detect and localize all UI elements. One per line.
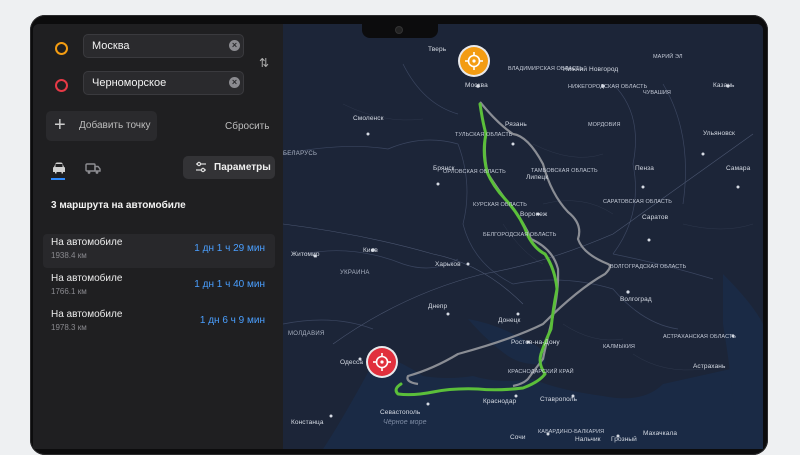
truck-icon[interactable]	[85, 161, 101, 175]
from-input[interactable]: Москва	[83, 34, 244, 58]
start-point-icon	[55, 42, 68, 55]
map-label-grozny: Грозный	[611, 436, 637, 443]
route-duration: 1 дн 6 ч 9 мин	[199, 315, 265, 326]
to-row: Черноморское ×	[33, 71, 283, 99]
car-icon[interactable]	[51, 161, 67, 175]
from-row: Москва ×	[33, 34, 283, 62]
map-label-kalmykia: КАЛМЫКИЯ	[603, 344, 635, 350]
map-label-oryol-obl: ОРЛОВСКАЯ ОБЛАСТЬ	[443, 169, 506, 175]
map-label-volgograd: Волгоград	[620, 296, 652, 303]
map-label-ulyanovsk: Ульяновск	[703, 130, 735, 137]
map-label-nalchik: Нальчик	[575, 436, 601, 443]
route-option-1[interactable]: На автомобиле 1938.4 км 1 дн 1 ч 29 мин	[43, 234, 275, 268]
map-label-tver: Тверь	[428, 46, 447, 53]
map-label-mariy-el: МАРИЙ ЭЛ	[653, 54, 683, 60]
map-label-rostov: Ростов-на-Дону	[511, 339, 560, 346]
map-label-ryazan: Рязань	[505, 121, 527, 128]
route-map[interactable]: Тверь Москва ВЛАДИМИРСКАЯ ОБЛАСТЬ Нижний…	[283, 24, 763, 449]
map-label-moldova: МОЛДАВИЯ	[288, 331, 325, 337]
map-label-mordovia: МОРДОВИЯ	[588, 122, 621, 128]
route-distance: 1938.4 км	[51, 251, 87, 260]
map-label-kazan: Казань	[713, 82, 735, 89]
map-label-belarus: БЕЛАРУСЬ	[283, 151, 318, 157]
map-label-sochi: Сочи	[510, 434, 526, 441]
end-point-icon	[55, 79, 68, 92]
map-label-makhachkala: Махачкала	[643, 430, 678, 437]
app-screen: Москва × ⇅ Черноморское × + Добавить точ…	[33, 24, 763, 449]
map-label-smolensk: Смоленск	[353, 115, 384, 122]
map-label-moscow: Москва	[465, 82, 488, 89]
map-label-sevastopol: Севастополь	[380, 409, 421, 416]
map-label-volgograd-obl: ВОЛГОГРАДСКАЯ ОБЛАСТЬ	[610, 264, 687, 270]
map-label-saratov: Саратов	[642, 214, 669, 221]
map-label-tula-obl: ТУЛЬСКАЯ ОБЛАСТЬ	[455, 132, 513, 138]
crosshair-icon	[465, 52, 483, 70]
map-label-dnipro: Днепр	[428, 303, 448, 310]
map-label-nizhegorod-obl: НИЖЕГОРОДСКАЯ ОБЛАСТЬ	[568, 84, 648, 90]
map-label-kabardino: КАБАРДИНО-БАЛКАРИЯ	[538, 429, 605, 435]
map-label-black-sea: Чёрное море	[383, 419, 427, 426]
route-distance: 1766.1 км	[51, 287, 87, 296]
to-input[interactable]: Черноморское	[83, 71, 244, 95]
start-marker[interactable]	[460, 47, 488, 75]
map-label-astrakhan: Астрахань	[693, 363, 726, 370]
route-option-3[interactable]: На автомобиле 1978.3 км 1 дн 6 ч 9 мин	[43, 306, 275, 340]
swap-icon[interactable]: ⇅	[259, 56, 269, 70]
route-option-2[interactable]: На автомобиле 1766.1 км 1 дн 1 ч 40 мин	[43, 270, 275, 304]
map-label-lipetsk: Липецк	[526, 174, 549, 181]
route-duration: 1 дн 1 ч 40 мин	[194, 279, 265, 290]
map-label-penza: Пенза	[635, 165, 654, 172]
route-mode-label: На автомобиле	[51, 273, 123, 284]
map-label-stavropol: Ставрополь	[540, 396, 578, 403]
parameters-button[interactable]: Параметры	[183, 156, 275, 179]
map-label-kharkiv: Харьков	[435, 261, 461, 268]
add-point-label: Добавить точку	[79, 120, 151, 131]
clear-from-icon[interactable]: ×	[229, 40, 240, 51]
map-label-chuvashia: ЧУВАШИЯ	[643, 90, 671, 96]
clear-to-icon[interactable]: ×	[229, 77, 240, 88]
crosshair-icon	[373, 353, 391, 371]
map-label-odessa: Одесса	[340, 359, 364, 366]
add-point-button[interactable]: + Добавить точку	[46, 111, 157, 141]
map-label-donetsk: Донецк	[498, 317, 521, 324]
route-duration: 1 дн 1 ч 29 мин	[194, 243, 265, 254]
route-distance: 1978.3 км	[51, 323, 87, 332]
map-label-krasnodar: Краснодар	[483, 398, 517, 405]
map-label-astrakhan-obl: АСТРАХАНСКАЯ ОБЛАСТЬ	[663, 334, 737, 340]
end-marker[interactable]	[368, 348, 396, 376]
route-sidebar: Москва × ⇅ Черноморское × + Добавить точ…	[33, 24, 283, 449]
parameters-label: Параметры	[214, 162, 271, 173]
mode-active-indicator	[51, 178, 65, 180]
route-mode-label: На автомобиле	[51, 237, 123, 248]
routes-count-title: 3 маршрута на автомобиле	[51, 200, 186, 211]
route-mode-label: На автомобиле	[51, 309, 123, 320]
map-label-saratov-obl: САРАТОВСКАЯ ОБЛАСТЬ	[603, 199, 672, 205]
map-label-ukraine: УКРАИНА	[340, 270, 370, 276]
map-label-samara: Самара	[726, 165, 751, 172]
map-label-constanta: Констанца	[291, 419, 324, 426]
map-label-nizhny: Нижний Новгород	[563, 66, 619, 73]
map-label-zhytomyr: Житомир	[291, 251, 320, 258]
map-label-belgorod-obl: БЕЛГОРОДСКАЯ ОБЛАСТЬ	[483, 232, 557, 238]
plus-icon: +	[54, 114, 66, 136]
map-label-voronezh: Воронеж	[520, 211, 548, 218]
sliders-icon	[196, 161, 206, 173]
map-label-kyiv: Киев	[363, 247, 378, 254]
reset-button[interactable]: Сбросить	[225, 121, 269, 132]
camera-icon	[396, 27, 402, 33]
map-label-krasnodar-krai: КРАСНОДАРСКИЙ КРАЙ	[508, 369, 574, 375]
map-label-kursk-obl: КУРСКАЯ ОБЛАСТЬ	[473, 202, 528, 208]
